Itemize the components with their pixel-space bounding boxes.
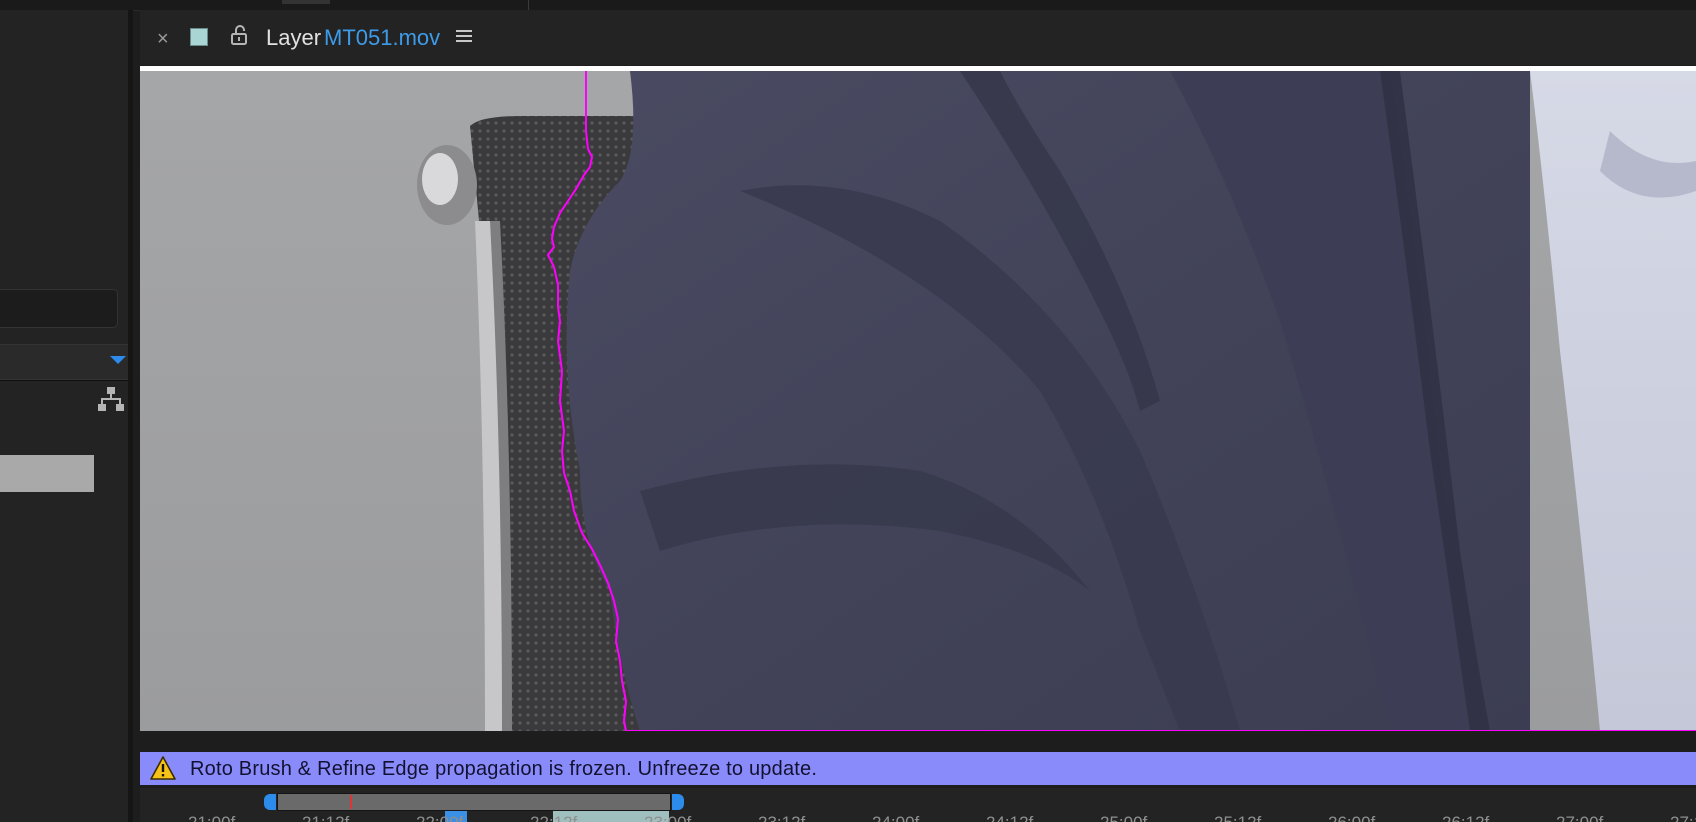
time-ruler-tick-label: 21:12f	[302, 812, 349, 822]
time-ruler-tick-label: 24:00f	[872, 812, 919, 822]
time-ruler-tick-label: 21:00f	[188, 812, 235, 822]
layer-color-swatch[interactable]	[190, 28, 208, 46]
flowchart-icon[interactable]	[98, 386, 124, 412]
warning-triangle-icon	[150, 756, 176, 780]
left-panel-selected-row[interactable]	[0, 455, 94, 492]
current-time-indicator-icon[interactable]	[110, 356, 126, 364]
time-ruler-tick-label: 22:12f	[530, 812, 577, 822]
panel-title-label: Layer	[266, 25, 322, 50]
time-ruler-tick-label: 26:00f	[1328, 812, 1375, 822]
time-navigator-bar[interactable]	[277, 793, 671, 811]
time-ruler-tick-label: 25:12f	[1214, 812, 1261, 822]
time-ruler-tick-label: 27:00f	[1556, 812, 1603, 822]
top-strip-divider	[528, 0, 529, 10]
time-ruler-tick-label: 22:00f	[416, 812, 463, 822]
warning-message: Roto Brush & Refine Edge propagation is …	[190, 758, 818, 780]
left-panel	[0, 10, 133, 822]
time-ruler-tick-label: 23:12f	[758, 812, 805, 822]
playhead-marker	[350, 795, 352, 809]
left-panel-header-bar	[0, 344, 128, 380]
navigator-start-handle[interactable]	[264, 794, 276, 810]
layer-name-dropdown[interactable]: MT051.mov	[324, 24, 440, 52]
panel-divider[interactable]	[128, 10, 133, 822]
left-panel-search-field[interactable]	[0, 289, 118, 328]
viewer-border	[140, 66, 1696, 732]
close-panel-button[interactable]: ×	[157, 27, 169, 51]
left-panel-separator	[0, 380, 128, 381]
time-ruler-tick-label: 25:00f	[1100, 812, 1147, 822]
navigator-end-handle[interactable]	[672, 794, 684, 810]
unlock-icon[interactable]	[230, 24, 250, 46]
top-strip-mark	[282, 0, 330, 4]
hamburger-menu-icon[interactable]	[455, 28, 473, 44]
time-ruler-tick-label: 26:12f	[1442, 812, 1489, 822]
time-ruler-tick-label: 27:12f	[1670, 812, 1696, 822]
time-ruler[interactable]: 21:00f 21:12f 22:00f 22:12f 23:00f 23:12f 24:0…	[140, 811, 1696, 822]
time-ruler-tick-label: 23:00f	[644, 812, 691, 822]
time-ruler-tick-label: 24:12f	[986, 812, 1033, 822]
